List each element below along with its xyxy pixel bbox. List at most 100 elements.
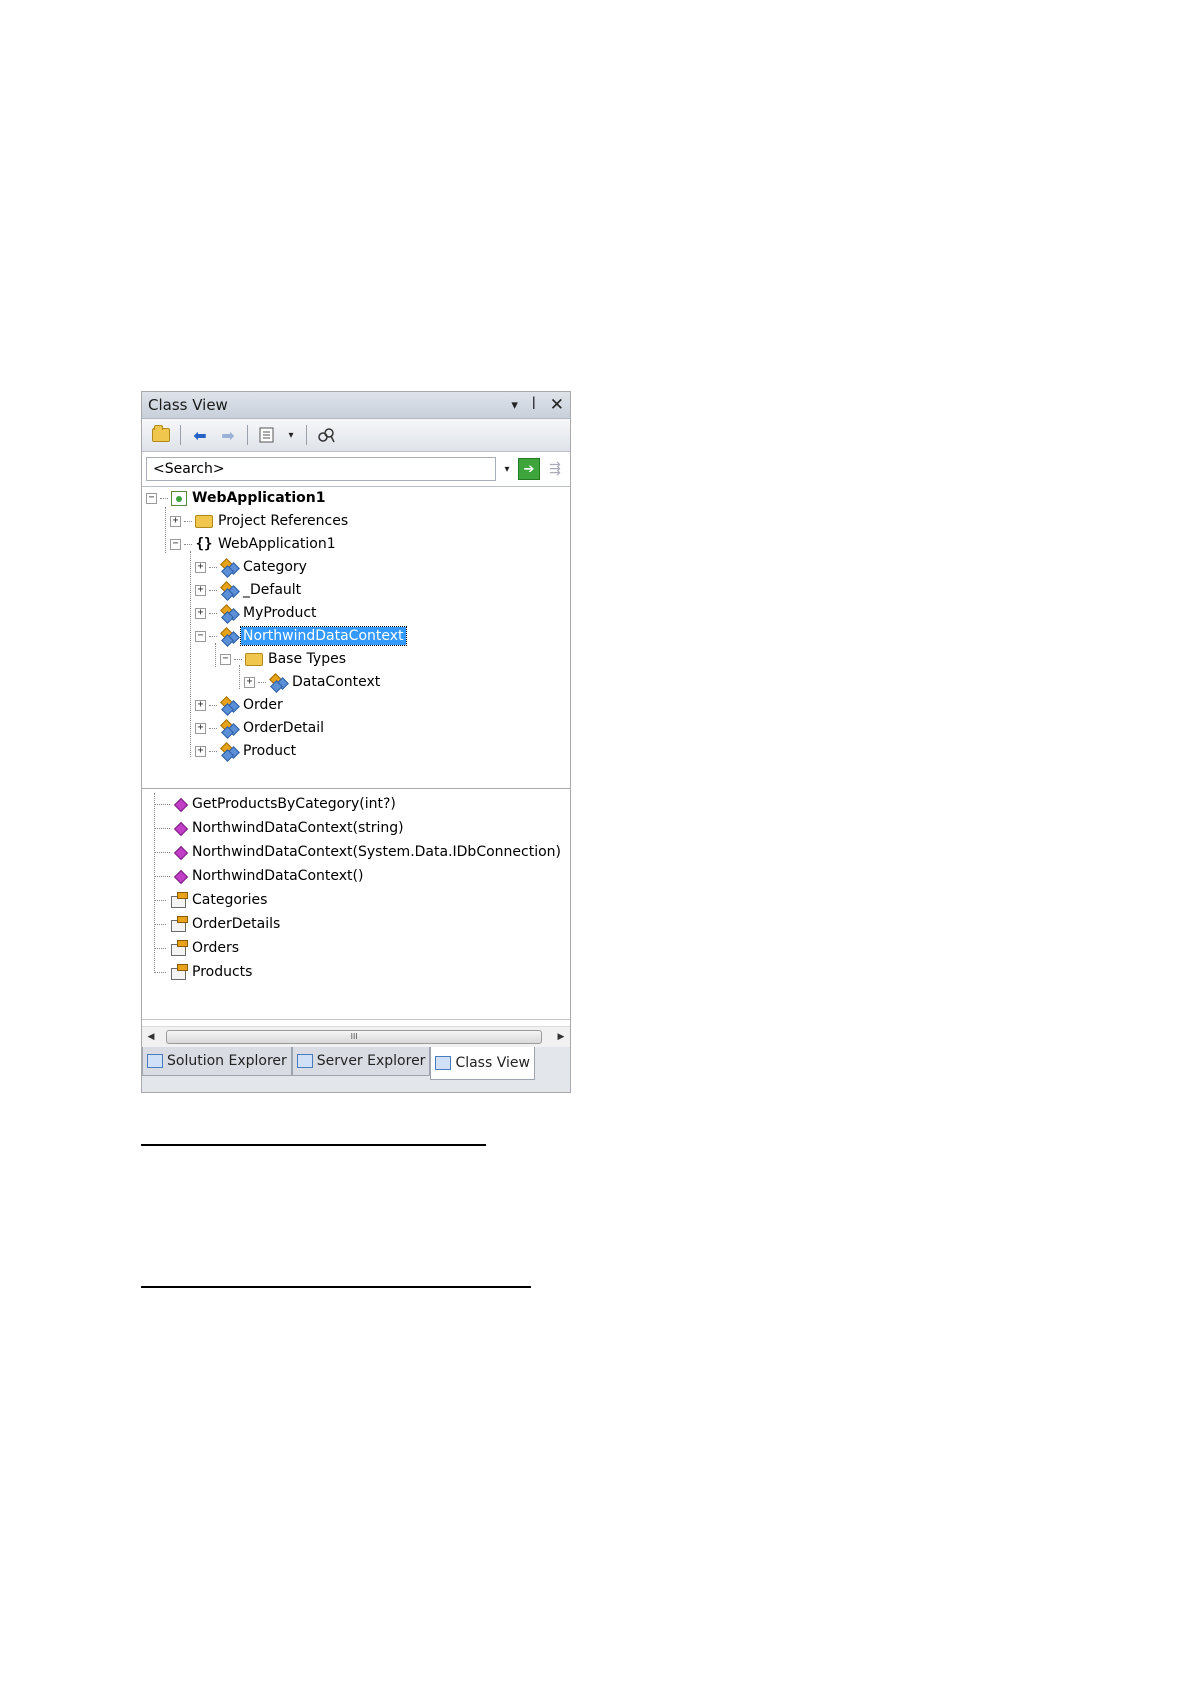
search-go-button[interactable]: ➔ [518, 458, 540, 480]
member-item[interactable]: Categories [154, 889, 269, 911]
tree-connector [190, 551, 191, 757]
collapse-toggle[interactable]: − [220, 653, 231, 665]
folder-icon [195, 514, 213, 528]
scroll-track[interactable]: III [160, 1030, 552, 1044]
tree-node-class-northwinddatacontext[interactable]: − NorthwindDataContext [195, 625, 407, 647]
search-dropdown-icon[interactable]: ▾ [500, 464, 514, 475]
class-tree: − WebApplication1 + Project References −… [142, 487, 570, 789]
tab-solution-explorer[interactable]: Solution Explorer [142, 1047, 292, 1076]
tree-node-label: WebApplication1 [218, 536, 336, 552]
tree-connector [184, 520, 192, 522]
tree-node-class-category[interactable]: + Category [195, 556, 309, 578]
tree-connector [154, 971, 166, 973]
expand-toggle[interactable]: + [244, 676, 255, 688]
class-icon [220, 696, 240, 716]
tree-node-label: OrderDetail [243, 720, 325, 736]
close-icon[interactable]: ✕ [550, 395, 564, 415]
panel-title: Class View [148, 396, 228, 414]
tree-node-label: DataContext [292, 674, 381, 690]
tree-connector [154, 923, 166, 925]
tree-node-project-references[interactable]: + Project References [170, 510, 350, 532]
scroll-right-icon[interactable]: ▶ [552, 1032, 570, 1042]
scroll-thumb[interactable]: III [166, 1030, 543, 1044]
tree-node-class-product[interactable]: + Product [195, 740, 298, 762]
expand-toggle[interactable]: + [195, 561, 206, 573]
tree-connector [209, 589, 217, 591]
search-input[interactable] [146, 457, 496, 481]
window-position-dropdown-icon[interactable]: ▾ [511, 398, 518, 413]
auto-hide-pin-icon[interactable]: ꟾ [532, 398, 536, 413]
forward-arrow-icon: ➡ [221, 425, 235, 445]
member-label: Categories [192, 892, 268, 908]
class-view-panel: Class View ▾ ꟾ ✕ ⬅ ➡ ▾ <Search> ▾ ➔ ⇶ − … [141, 391, 571, 1093]
tab-class-view[interactable]: Class View [430, 1047, 535, 1080]
tree-node-class-datacontext[interactable]: + DataContext [244, 671, 382, 693]
toolbar: ⬅ ➡ ▾ [142, 419, 570, 452]
member-item[interactable]: NorthwindDataContext(System.Data.IDbConn… [154, 841, 563, 863]
member-item[interactable]: Orders [154, 937, 241, 959]
members-list: GetProductsByCategory(int?) NorthwindDat… [142, 789, 570, 1020]
class-icon [220, 581, 240, 601]
tool-window-tabs: Solution Explorer Server Explorer Class … [142, 1047, 570, 1092]
tree-connector [209, 566, 217, 568]
back-button[interactable]: ⬅ [189, 424, 211, 446]
property-icon [169, 916, 188, 932]
back-arrow-icon: ⬅ [193, 425, 207, 445]
tab-server-explorer[interactable]: Server Explorer [291, 1047, 431, 1076]
tree-node-label: Category [243, 559, 307, 575]
expand-toggle[interactable]: + [195, 745, 206, 757]
member-label: GetProductsByCategory(int?) [192, 796, 396, 812]
go-arrow-icon: ➔ [523, 461, 535, 477]
settings-dropdown-icon[interactable]: ▾ [284, 430, 298, 441]
collapse-toggle[interactable]: − [146, 492, 157, 504]
property-icon [169, 964, 188, 980]
member-item[interactable]: Products [154, 961, 254, 983]
class-icon [220, 742, 240, 762]
toolbar-separator [180, 425, 181, 445]
tab-label: Class View [455, 1055, 530, 1071]
member-item[interactable]: NorthwindDataContext() [154, 865, 365, 887]
member-label: NorthwindDataContext(System.Data.IDbConn… [192, 844, 561, 860]
expand-toggle[interactable]: + [170, 515, 181, 527]
tree-connector [154, 803, 170, 805]
tree-connector [154, 827, 170, 829]
expand-toggle[interactable]: + [195, 722, 206, 734]
tree-node-class-default[interactable]: + _Default [195, 579, 303, 601]
settings-button[interactable] [256, 424, 278, 446]
binoculars-search-icon [318, 428, 335, 443]
clear-search-button[interactable]: ⇶ [544, 459, 566, 479]
horizontal-scrollbar[interactable]: ◀ III ▶ [142, 1026, 570, 1048]
clear-search-icon: ⇶ [549, 461, 561, 477]
tree-node-base-types[interactable]: − Base Types [220, 648, 348, 670]
tree-connector [209, 750, 217, 752]
method-icon [173, 797, 189, 813]
tree-node-project[interactable]: − WebApplication1 [146, 487, 328, 509]
tree-node-label: Project References [218, 513, 349, 529]
tree-node-class-myproduct[interactable]: + MyProduct [195, 602, 319, 624]
member-item[interactable]: GetProductsByCategory(int?) [154, 793, 398, 815]
member-label: Products [192, 964, 253, 980]
new-folder-button[interactable] [150, 424, 172, 446]
collapse-toggle[interactable]: − [170, 538, 181, 550]
tree-connector [209, 612, 217, 614]
property-icon [169, 940, 188, 956]
tree-node-class-orderdetail[interactable]: + OrderDetail [195, 717, 326, 739]
namespace-icon: {} [195, 536, 213, 552]
solution-explorer-icon [147, 1054, 163, 1068]
expand-toggle[interactable]: + [195, 699, 206, 711]
tree-node-label: _Default [243, 582, 302, 598]
forward-button[interactable]: ➡ [217, 424, 239, 446]
method-icon [173, 821, 189, 837]
scroll-left-icon[interactable]: ◀ [142, 1032, 160, 1042]
tree-node-class-order[interactable]: + Order [195, 694, 285, 716]
tree-node-namespace[interactable]: − {} WebApplication1 [170, 533, 338, 555]
tree-node-label-selected: NorthwindDataContext [240, 626, 407, 646]
find-symbol-button[interactable] [315, 424, 337, 446]
property-icon [169, 892, 188, 908]
collapse-toggle[interactable]: − [195, 630, 206, 642]
expand-toggle[interactable]: + [195, 607, 206, 619]
member-item[interactable]: NorthwindDataContext(string) [154, 817, 406, 839]
member-item[interactable]: OrderDetails [154, 913, 282, 935]
tree-connector [258, 681, 266, 683]
expand-toggle[interactable]: + [195, 584, 206, 596]
